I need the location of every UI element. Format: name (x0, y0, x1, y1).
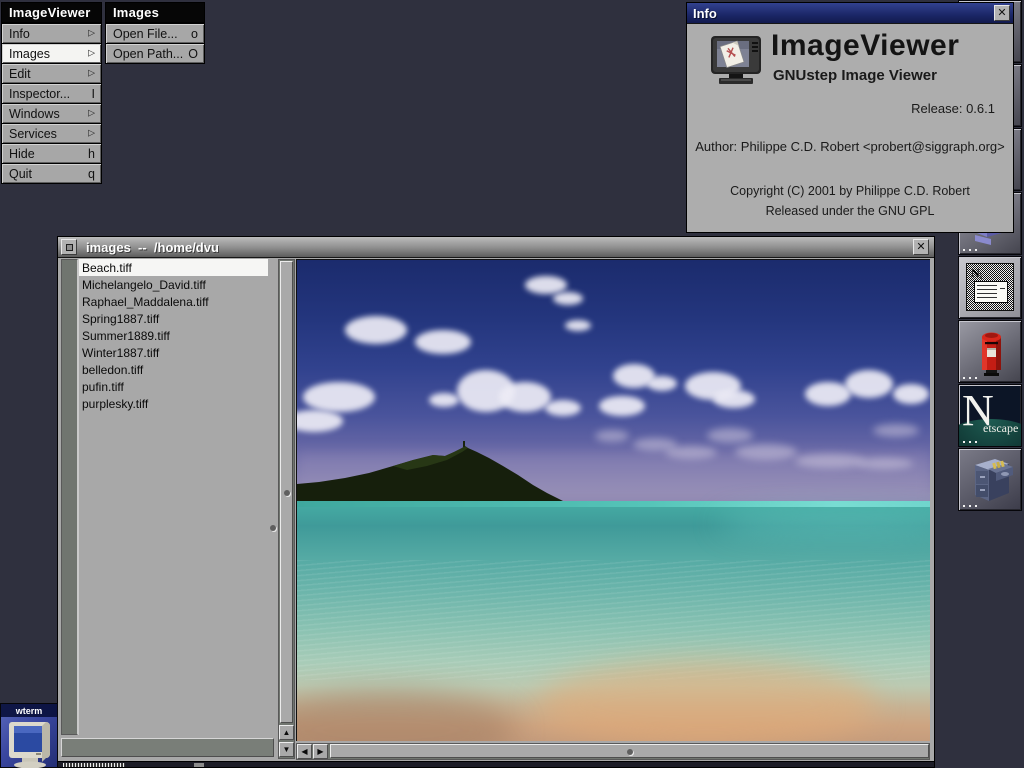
list-horizontal-scrollbar[interactable] (61, 738, 274, 757)
vertical-scroll-knob[interactable] (280, 261, 293, 723)
menu-item-info[interactable]: Info ▷ (2, 24, 101, 43)
scroll-right-button[interactable]: ▶ (313, 744, 328, 759)
knob-dimple (627, 749, 633, 755)
app-name: ImageViewer (771, 29, 959, 63)
release-text: Release: 0.6.1 (911, 101, 995, 116)
file-row[interactable]: Winter1887.tiff (79, 344, 268, 361)
wterm-tile[interactable]: wterm (0, 703, 58, 768)
miniaturize-icon (66, 244, 73, 251)
miniaturize-button[interactable] (61, 239, 77, 255)
resize-grip-notch (194, 763, 204, 767)
dock-tile-mail[interactable]: N¡ (958, 256, 1022, 319)
main-menu: ImageViewer Info ▷ Images ▷ Edit ▷ Inspe… (1, 2, 102, 184)
dock-tile-postbox[interactable] (958, 320, 1022, 383)
submenu-arrow-icon: ▷ (88, 128, 95, 139)
viewer-window-titlebar[interactable]: images -- /home/dvu ✕ (58, 237, 934, 258)
viewer-window-title: images -- /home/dvu (80, 240, 910, 255)
author-text: Author: Philippe C.D. Robert <probert@si… (687, 139, 1013, 154)
list-vertical-scrollbar[interactable] (61, 259, 78, 735)
submenu-arrow-icon: ▷ (88, 28, 95, 39)
submenu-arrow-icon: ▷ (88, 48, 95, 59)
menu-item-open-path[interactable]: Open Path... O (106, 44, 204, 63)
file-row[interactable]: Raphael_Maddalena.tiff (79, 293, 268, 310)
image-horizontal-scrollbar[interactable]: ◀ ▶ (296, 743, 930, 760)
dock-tile-cabinet[interactable] (958, 448, 1022, 511)
file-row[interactable]: belledon.tiff (79, 361, 268, 378)
menu-item-quit[interactable]: Quit q (2, 164, 101, 183)
menu-item-edit[interactable]: Edit ▷ (2, 64, 101, 83)
file-row[interactable]: Michelangelo_David.tiff (79, 276, 268, 293)
menu-item-hide[interactable]: Hide h (2, 144, 101, 163)
wterm-label: wterm (16, 706, 43, 716)
info-window-title: Info (687, 6, 991, 21)
scroll-left-button[interactable]: ◀ (297, 744, 312, 759)
resize-bar[interactable] (57, 761, 935, 768)
menu-item-services[interactable]: Services ▷ (2, 124, 101, 143)
running-dots (963, 377, 979, 379)
divider-grip-dot (270, 525, 276, 531)
close-button[interactable]: ✕ (994, 5, 1010, 21)
scroll-up-button[interactable]: ▲ (279, 725, 294, 740)
close-button[interactable]: ✕ (913, 239, 929, 255)
split-divider[interactable] (268, 259, 278, 761)
menu-item-windows[interactable]: Windows ▷ (2, 104, 101, 123)
images-submenu: Images Open File... o Open Path... O (105, 2, 205, 64)
file-row[interactable]: Spring1887.tiff (79, 310, 268, 327)
main-menu-title[interactable]: ImageViewer (2, 3, 101, 23)
images-submenu-title[interactable]: Images (106, 3, 204, 23)
scroll-down-button[interactable]: ▼ (279, 742, 294, 757)
running-dots (963, 249, 979, 251)
info-window: Info ✕ ImageViewer GNUstep Image Viewer … (686, 2, 1014, 233)
menu-item-open-file[interactable]: Open File... o (106, 24, 204, 43)
image-view (296, 259, 930, 741)
app-subtitle: GNUstep Image Viewer (773, 67, 937, 84)
file-list: Beach.tiff Michelangelo_David.tiff Rapha… (78, 259, 268, 735)
submenu-arrow-icon: ▷ (88, 108, 95, 119)
knob-dimple (284, 490, 290, 496)
file-row[interactable]: pufin.tiff (79, 378, 268, 395)
copyright-text: Copyright (C) 2001 by Philippe C.D. Robe… (687, 184, 1013, 198)
horizontal-scroll-knob[interactable] (330, 744, 929, 758)
menu-item-images[interactable]: Images ▷ (2, 44, 101, 63)
submenu-arrow-icon: ▷ (88, 68, 95, 79)
running-dots (963, 441, 979, 443)
viewer-window: images -- /home/dvu ✕ Beach.tiff Michela… (57, 236, 935, 767)
file-row[interactable]: purplesky.tiff (79, 395, 268, 412)
license-text: Released under the GNU GPL (687, 204, 1013, 218)
dock-tile-netscape[interactable]: N etscape (958, 384, 1022, 447)
info-window-titlebar[interactable]: Info ✕ (687, 3, 1013, 24)
file-row[interactable]: Summer1889.tiff (79, 327, 268, 344)
running-dots (963, 505, 979, 507)
menu-item-inspector[interactable]: Inspector... I (2, 84, 101, 103)
resize-grip-texture (63, 763, 125, 767)
image-vertical-scrollbar[interactable]: ▲ ▼ (278, 259, 295, 759)
file-row-selected[interactable]: Beach.tiff (79, 259, 268, 276)
